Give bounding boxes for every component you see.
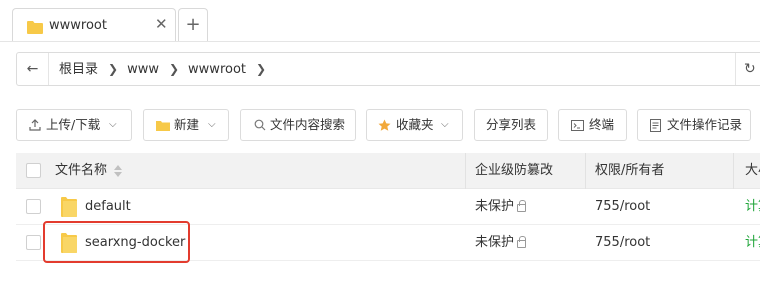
refresh-button[interactable]: ↻	[735, 53, 760, 85]
protect-status-text: 未保护	[475, 235, 515, 250]
column-protect-header: 企业级防篡改	[475, 163, 554, 178]
column-name-header[interactable]: 文件名称	[55, 153, 107, 189]
breadcrumb-root[interactable]: 根目录	[59, 54, 98, 86]
new-folder-icon	[156, 121, 170, 131]
tab-bar: wwwroot ✕ +	[0, 0, 760, 46]
favorites-label: 收藏夹	[396, 117, 434, 132]
select-all-checkbox[interactable]	[26, 163, 41, 178]
folder-icon	[61, 197, 77, 217]
file-operation-log-label: 文件操作记录	[667, 117, 743, 132]
chevron-down-icon: ⌵	[441, 119, 449, 130]
protect-status: 未保护	[475, 189, 527, 225]
chevron-right-icon[interactable]: ❯	[169, 53, 179, 85]
share-list-button[interactable]: 分享列表	[474, 109, 548, 141]
tab-divider	[0, 41, 760, 42]
breadcrumb-www[interactable]: www	[127, 54, 159, 86]
close-icon[interactable]: ✕	[155, 16, 168, 32]
protect-status: 未保护	[475, 225, 527, 261]
sort-icon[interactable]	[114, 165, 122, 177]
star-icon	[378, 119, 391, 131]
terminal-label: 终端	[589, 117, 615, 132]
favorites-button[interactable]: 收藏夹 ⌵	[366, 109, 463, 141]
refresh-icon: ↻	[744, 61, 756, 77]
chevron-down-icon: ⌵	[208, 119, 216, 130]
folder-icon	[27, 21, 43, 34]
path-bar: ← 根目录 ❯ www ❯ wwwroot ❯ ↻	[16, 52, 760, 86]
tab-label: wwwroot	[49, 18, 107, 33]
column-divider	[465, 153, 466, 189]
column-divider	[585, 153, 586, 189]
chevron-right-icon[interactable]: ❯	[256, 53, 266, 85]
file-content-search-button[interactable]: 文件内容搜索	[240, 109, 356, 141]
new-button[interactable]: 新建 ⌵	[143, 109, 229, 141]
permission-owner[interactable]: 755/root	[595, 189, 650, 225]
calculate-size-link[interactable]: 计算	[745, 225, 760, 261]
table-row[interactable]: default 未保护 755/root 计算	[16, 189, 760, 225]
breadcrumb: 根目录 ❯ www ❯ wwwroot ❯	[59, 53, 275, 85]
table-header: 文件名称 企业级防篡改 权限/所有者 大小	[16, 153, 760, 189]
log-icon	[650, 119, 661, 132]
protect-status-text: 未保护	[475, 199, 515, 214]
calculate-size-link[interactable]: 计算	[745, 189, 760, 225]
permission-owner[interactable]: 755/root	[595, 225, 650, 261]
terminal-icon	[571, 120, 584, 131]
column-permission-header: 权限/所有者	[595, 163, 665, 178]
search-icon	[254, 119, 266, 131]
tab-wwwroot[interactable]: wwwroot ✕	[12, 8, 176, 42]
row-checkbox[interactable]	[26, 235, 41, 250]
lock-icon[interactable]	[517, 200, 527, 212]
file-content-search-label: 文件内容搜索	[270, 117, 346, 132]
file-operation-log-button[interactable]: 文件操作记录	[637, 109, 751, 141]
column-divider	[733, 153, 734, 189]
row-checkbox[interactable]	[26, 199, 41, 214]
column-size-header: 大小	[745, 163, 760, 178]
highlight-box	[43, 221, 190, 263]
upload-icon	[29, 119, 41, 131]
upload-download-button[interactable]: 上传/下载 ⌵	[16, 109, 132, 141]
share-list-label: 分享列表	[486, 117, 537, 132]
new-label: 新建	[174, 117, 200, 132]
breadcrumb-wwwroot[interactable]: wwwroot	[188, 54, 246, 86]
chevron-right-icon[interactable]: ❯	[108, 53, 118, 85]
file-name[interactable]: default	[85, 189, 131, 225]
lock-icon[interactable]	[517, 236, 527, 248]
upload-download-label: 上传/下载	[46, 117, 101, 132]
back-arrow-icon[interactable]: ←	[17, 53, 49, 85]
chevron-down-icon: ⌵	[109, 119, 117, 130]
terminal-button[interactable]: 终端	[558, 109, 627, 141]
add-tab-button[interactable]: +	[178, 8, 208, 42]
